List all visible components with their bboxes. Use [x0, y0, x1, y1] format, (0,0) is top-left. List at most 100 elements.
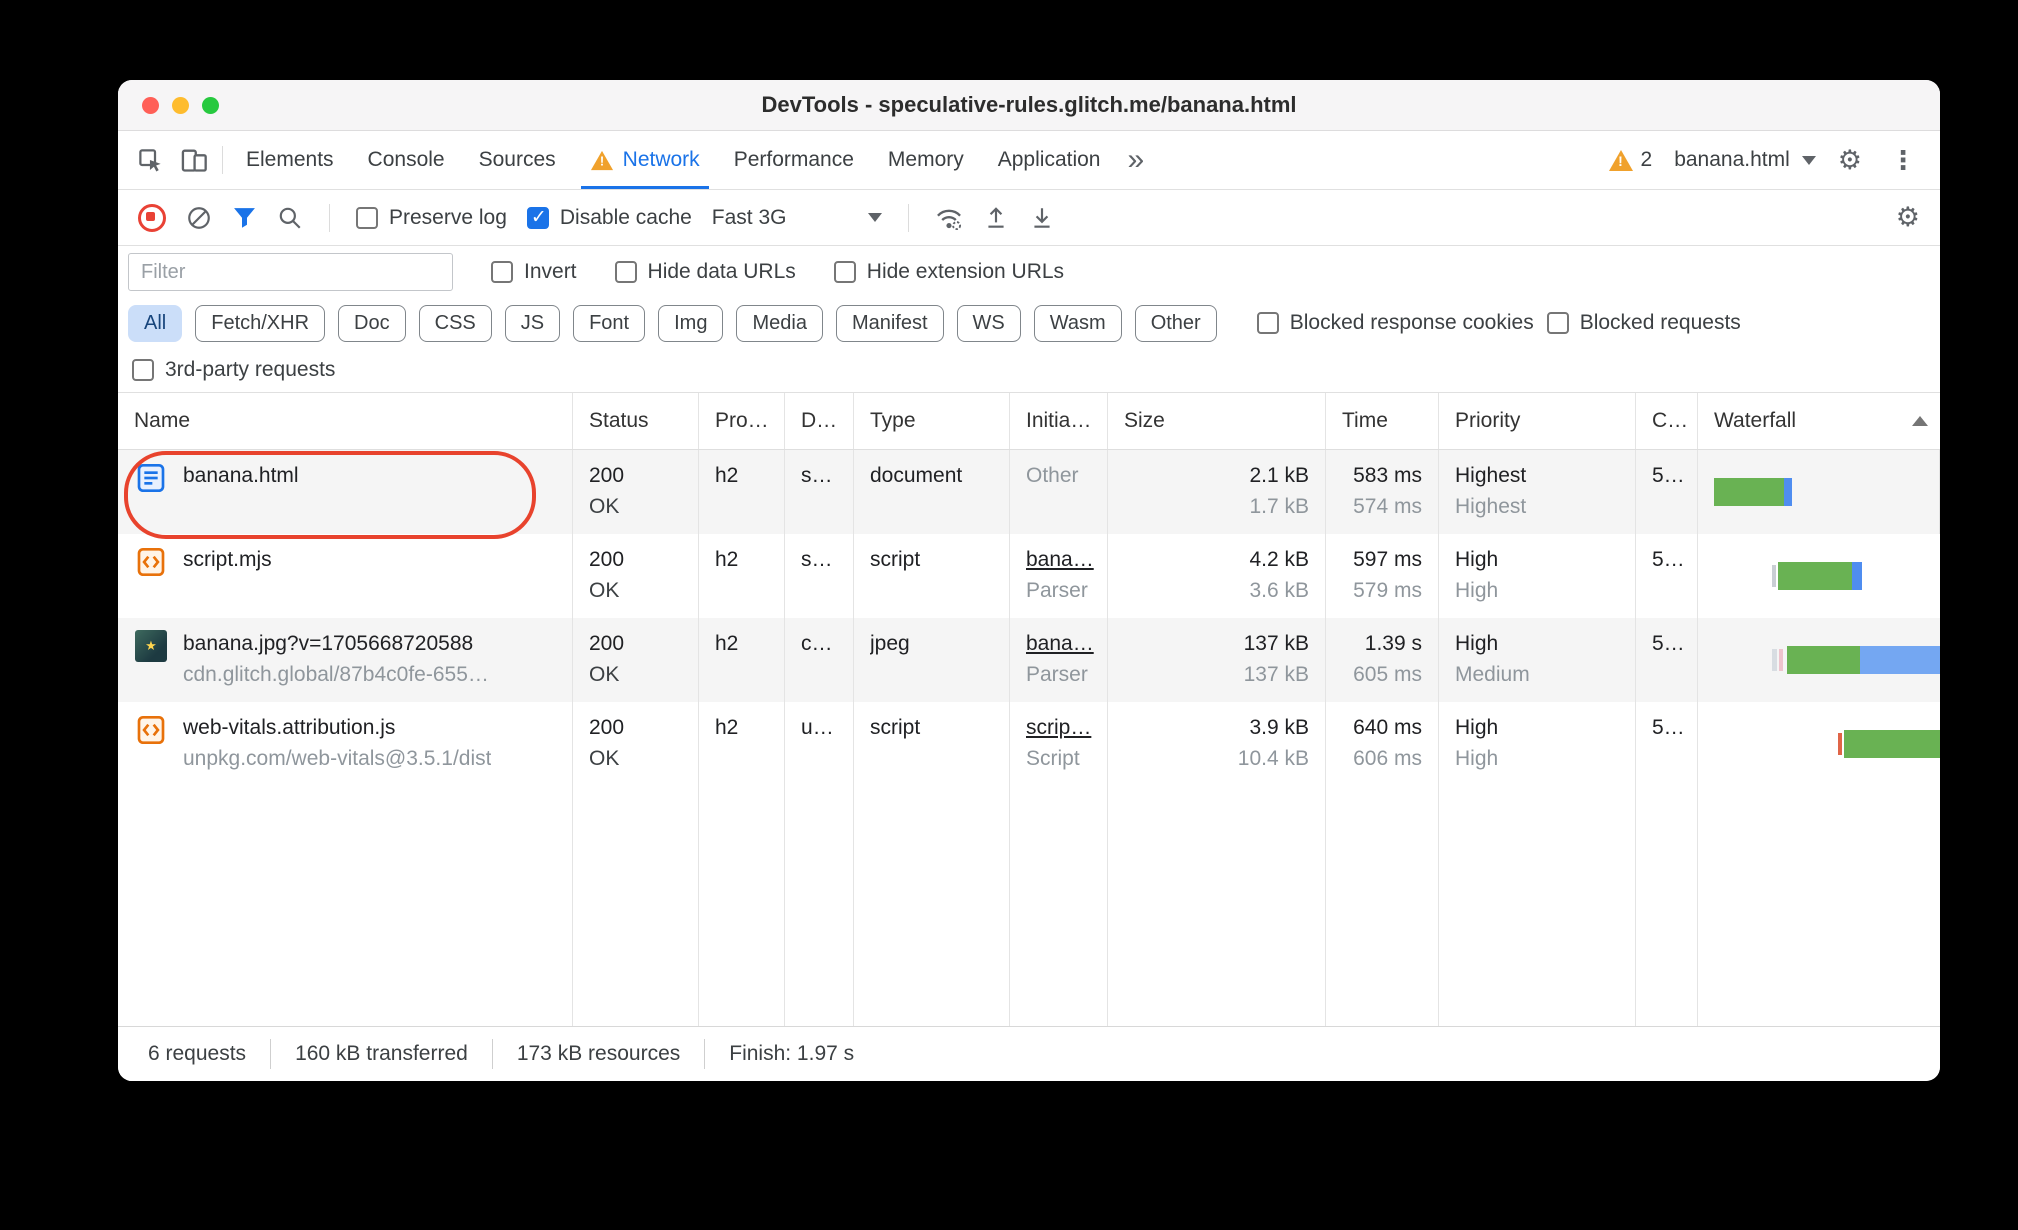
- tab-network[interactable]: Network: [573, 131, 717, 189]
- tab-application[interactable]: Application: [981, 131, 1118, 189]
- initial-priority: High: [1455, 579, 1499, 602]
- filter-chip-css[interactable]: CSS: [418, 304, 492, 342]
- hide-data-urls-label: Hide data URLs: [647, 260, 796, 283]
- invert-checkbox[interactable]: Invert: [491, 260, 577, 284]
- hide-data-urls-checkbox[interactable]: Hide data URLs: [614, 260, 796, 284]
- priority: High: [1455, 632, 1499, 655]
- devtools-window: DevTools - speculative-rules.glitch.me/b…: [118, 80, 1940, 1081]
- cell-name: web-vitals.attribution.js unpkg.com/web-…: [118, 702, 573, 786]
- cell-waterfall: [1698, 702, 1940, 786]
- checkbox-unchecked: [1256, 312, 1279, 334]
- filter-chip-img[interactable]: Img: [658, 304, 724, 342]
- issues-warning-badge[interactable]: 2: [1608, 148, 1652, 172]
- resource-size: 137 kB: [1243, 663, 1309, 686]
- waterfall-waiting-tick: [1772, 649, 1777, 671]
- page-context-selector[interactable]: banana.html: [1674, 148, 1816, 172]
- initiator-type: Script: [1026, 747, 1080, 770]
- column-header-initiator[interactable]: Initia…: [1010, 393, 1108, 449]
- filter-chip-fetch-xhr[interactable]: Fetch/XHR: [195, 304, 326, 342]
- column-header-type[interactable]: Type: [854, 393, 1010, 449]
- filter-chip-ws[interactable]: WS: [956, 304, 1021, 342]
- column-header-connection[interactable]: C…: [1636, 393, 1698, 449]
- network-conditions-icon[interactable]: [935, 204, 963, 232]
- search-icon[interactable]: [277, 205, 303, 231]
- table-row-script-mjs[interactable]: script.mjs 200 OK h2 sp… script bana… Pa…: [118, 534, 1940, 618]
- import-har-icon[interactable]: [983, 205, 1009, 231]
- tab-elements[interactable]: Elements: [229, 131, 351, 189]
- status-code: 200: [589, 548, 625, 571]
- preserve-log-checkbox[interactable]: Preserve log: [356, 206, 507, 230]
- column-header-name[interactable]: Name: [118, 393, 573, 449]
- filter-chip-doc[interactable]: Doc: [338, 304, 406, 342]
- initiator-link[interactable]: bana…: [1026, 628, 1095, 659]
- chevron-down-icon: [1801, 155, 1816, 165]
- settings-gear-icon[interactable]: ⚙: [1838, 146, 1862, 174]
- column-label: Time: [1342, 409, 1388, 432]
- status-code: 200: [589, 464, 625, 487]
- disable-cache-checkbox[interactable]: Disable cache: [526, 206, 692, 230]
- checkbox-unchecked: [132, 359, 154, 381]
- protocol: h2: [715, 632, 739, 655]
- column-header-status[interactable]: Status: [573, 393, 699, 449]
- clear-network-log-icon[interactable]: [186, 205, 212, 231]
- tab-memory[interactable]: Memory: [871, 131, 981, 189]
- more-tabs-icon[interactable]: »: [1117, 131, 1154, 189]
- device-toolbar-icon[interactable]: [172, 131, 216, 189]
- initiator-link[interactable]: bana…: [1026, 544, 1095, 575]
- filter-chip-js[interactable]: JS: [504, 304, 561, 342]
- resource-size: 1.7 kB: [1249, 495, 1309, 518]
- tab-sources[interactable]: Sources: [462, 131, 573, 189]
- record-network-log-button[interactable]: [138, 203, 166, 232]
- column-header-size[interactable]: Size: [1108, 393, 1326, 449]
- hide-extension-urls-checkbox[interactable]: Hide extension URLs: [833, 260, 1064, 284]
- filter-chip-media[interactable]: Media: [736, 304, 823, 342]
- table-row-banana-html[interactable]: banana.html 200 OK h2 sp… document Other…: [118, 450, 1940, 539]
- column-header-waterfall[interactable]: Waterfall: [1698, 393, 1940, 449]
- zoom-window-button[interactable]: [202, 96, 219, 114]
- tab-performance[interactable]: Performance: [717, 131, 871, 189]
- protocol: h2: [715, 548, 739, 571]
- close-window-button[interactable]: [142, 96, 159, 114]
- cell-name: banana.html: [118, 450, 573, 534]
- cell-protocol: h2: [699, 702, 785, 786]
- filter-input[interactable]: [128, 253, 453, 291]
- column-label: Status: [589, 409, 649, 432]
- tab-console[interactable]: Console: [351, 131, 462, 189]
- third-party-filter-row: 3rd-party requests: [118, 348, 1940, 393]
- domain: cd…: [801, 632, 841, 655]
- initiator-link[interactable]: scrip…: [1026, 712, 1095, 743]
- chevron-down-icon: [867, 213, 882, 222]
- throttling-value: Fast 3G: [711, 205, 787, 229]
- table-row-banana-jpg[interactable]: ★ banana.jpg?v=1705668720588 cdn.glitch.…: [118, 618, 1940, 702]
- more-options-icon[interactable]: ⋮: [1884, 145, 1922, 176]
- blocked-requests-checkbox[interactable]: Blocked requests: [1546, 311, 1741, 335]
- requests-table: Name Status Pro… D… Type Initia… Size Ti…: [118, 393, 1940, 1026]
- checkbox-unchecked: [1546, 312, 1569, 334]
- cell-type: document: [854, 450, 1010, 534]
- network-settings-gear-icon[interactable]: ⚙: [1896, 204, 1920, 231]
- column-header-protocol[interactable]: Pro…: [699, 393, 785, 449]
- column-header-domain[interactable]: D…: [785, 393, 854, 449]
- inspect-element-icon[interactable]: [128, 131, 172, 189]
- filter-chip-wasm[interactable]: Wasm: [1033, 304, 1122, 342]
- blocked-response-cookies-checkbox[interactable]: Blocked response cookies: [1256, 311, 1534, 335]
- filter-chip-other[interactable]: Other: [1134, 304, 1217, 342]
- filter-chip-all[interactable]: All: [128, 304, 183, 342]
- cell-time: 583 ms 574 ms: [1326, 450, 1439, 534]
- blocked-response-cookies-label: Blocked response cookies: [1289, 311, 1534, 334]
- cell-name: ★ banana.jpg?v=1705668720588 cdn.glitch.…: [118, 618, 573, 702]
- third-party-requests-checkbox[interactable]: 3rd-party requests: [132, 358, 335, 382]
- column-label: Initia…: [1026, 409, 1092, 432]
- minimize-window-button[interactable]: [172, 96, 189, 114]
- column-header-priority[interactable]: Priority: [1439, 393, 1636, 449]
- cell-initiator: bana… Parser: [1010, 534, 1108, 618]
- initial-priority: Medium: [1455, 663, 1530, 686]
- filter-icon[interactable]: [232, 205, 257, 230]
- throttling-select[interactable]: Fast 3G: [712, 206, 882, 230]
- filter-chip-manifest[interactable]: Manifest: [835, 304, 944, 342]
- filter-chip-font[interactable]: Font: [573, 304, 646, 342]
- resource-type: jpeg: [870, 632, 910, 655]
- export-har-icon[interactable]: [1029, 205, 1055, 231]
- table-row-web-vitals[interactable]: web-vitals.attribution.js unpkg.com/web-…: [118, 702, 1940, 786]
- column-header-time[interactable]: Time: [1326, 393, 1439, 449]
